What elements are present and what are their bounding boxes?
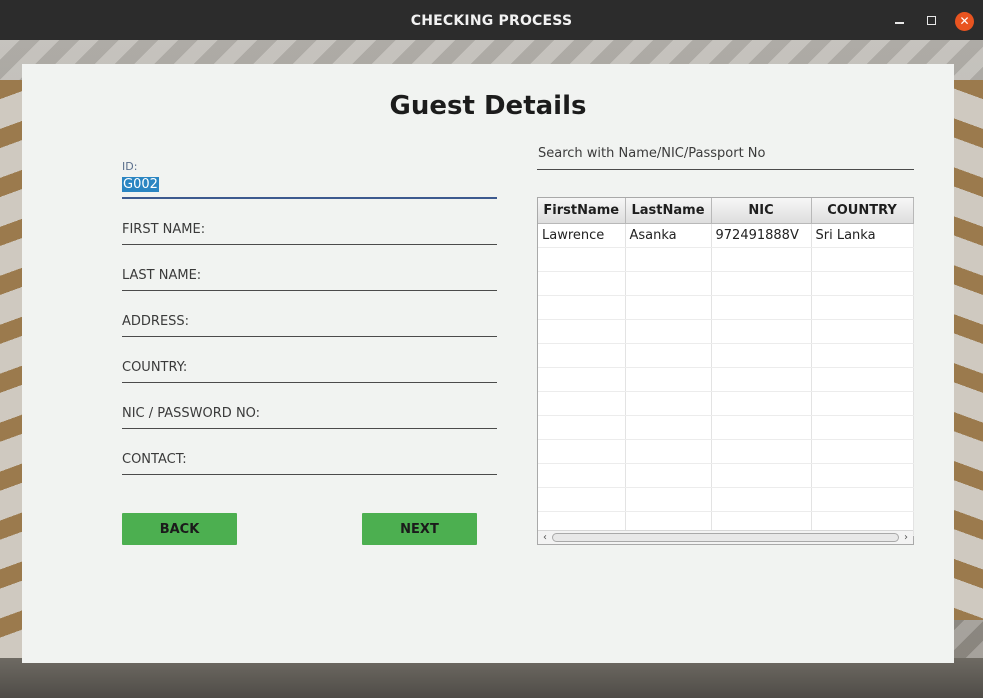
search-placeholder: Search with Name/NIC/Passport No <box>538 146 766 161</box>
contact-field[interactable]: CONTACT: <box>122 452 497 476</box>
table-row-empty <box>538 487 914 512</box>
scrollbar-thumb[interactable] <box>552 533 899 542</box>
country-label: COUNTRY: <box>122 360 188 375</box>
maximize-icon[interactable] <box>922 11 940 29</box>
id-underline <box>122 197 497 199</box>
last-name-field[interactable]: LAST NAME: <box>122 268 497 292</box>
next-button[interactable]: NEXT <box>362 513 477 545</box>
address-label: ADDRESS: <box>122 314 190 329</box>
last-name-underline <box>122 290 497 291</box>
id-label: ID: <box>122 160 138 173</box>
table-row[interactable]: Lawrence Asanka 972491888V Sri Lanka <box>538 223 914 248</box>
column-header-lastname[interactable]: LastName <box>625 198 712 224</box>
chevron-left-icon[interactable]: ‹ <box>539 531 551 544</box>
background-decor-left <box>0 80 22 698</box>
search-input[interactable]: Search with Name/NIC/Passport No <box>537 146 914 170</box>
search-underline <box>537 169 914 170</box>
nic-passport-underline <box>122 428 497 429</box>
table-row-empty <box>538 343 914 368</box>
table-row-empty <box>538 295 914 320</box>
cell-nic: 972491888V <box>711 223 812 248</box>
chevron-right-icon[interactable]: › <box>900 531 912 544</box>
table-row-empty <box>538 439 914 464</box>
address-field[interactable]: ADDRESS: <box>122 314 497 338</box>
window-titlebar[interactable]: CHECKING PROCESS ✕ <box>0 0 983 40</box>
contact-label: CONTACT: <box>122 452 187 467</box>
table-row-empty <box>538 415 914 440</box>
table-row-empty <box>538 391 914 416</box>
cell-country: Sri Lanka <box>811 223 914 248</box>
column-header-country[interactable]: COUNTRY <box>811 198 914 224</box>
first-name-field[interactable]: FIRST NAME: <box>122 222 497 246</box>
cell-firstname: Lawrence <box>538 223 626 248</box>
minimize-icon[interactable] <box>890 11 908 29</box>
background-decor-right <box>954 80 983 620</box>
nic-passport-field[interactable]: NIC / PASSWORD NO: <box>122 406 497 430</box>
table-row-empty <box>538 271 914 296</box>
first-name-underline <box>122 244 497 245</box>
guest-table[interactable]: FirstName LastName NIC COUNTRY Lawrence … <box>537 197 914 545</box>
back-button[interactable]: BACK <box>122 513 237 545</box>
first-name-label: FIRST NAME: <box>122 222 206 237</box>
column-header-nic[interactable]: NIC <box>711 198 812 224</box>
country-underline <box>122 382 497 383</box>
nic-passport-label: NIC / PASSWORD NO: <box>122 406 261 421</box>
cell-lastname: Asanka <box>625 223 712 248</box>
id-field[interactable]: ID: G002 <box>122 160 497 200</box>
table-row-empty <box>538 463 914 488</box>
table-row-empty <box>538 319 914 344</box>
last-name-label: LAST NAME: <box>122 268 202 283</box>
column-header-firstname[interactable]: FirstName <box>538 198 626 224</box>
close-icon[interactable]: ✕ <box>955 12 974 31</box>
window-title: CHECKING PROCESS <box>410 13 573 29</box>
table-row-empty <box>538 367 914 392</box>
contact-underline <box>122 474 497 475</box>
table-row-empty <box>538 247 914 272</box>
table-header-row: FirstName LastName NIC COUNTRY <box>538 198 914 224</box>
guest-details-panel: Guest Details ID: G002 FIRST NAME: LAST … <box>22 64 954 663</box>
address-underline <box>122 336 497 337</box>
country-field[interactable]: COUNTRY: <box>122 360 497 384</box>
background-floor <box>0 658 983 698</box>
page-title: Guest Details <box>389 91 587 121</box>
id-value[interactable]: G002 <box>122 177 159 192</box>
horizontal-scrollbar[interactable]: ‹ › <box>538 530 913 544</box>
